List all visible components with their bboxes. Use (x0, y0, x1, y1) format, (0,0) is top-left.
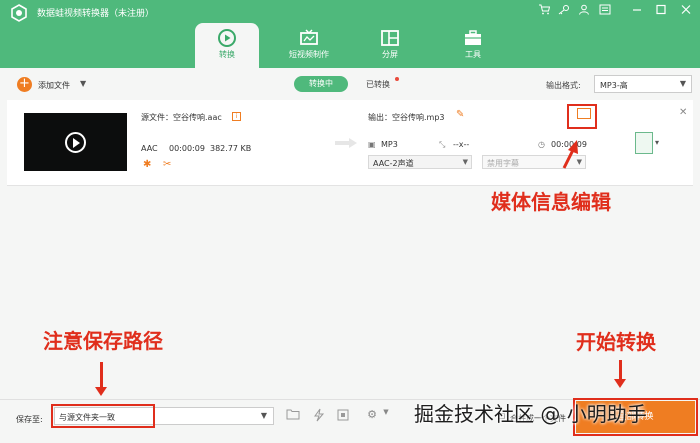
tv-icon (277, 27, 341, 49)
maximize-icon[interactable] (654, 4, 668, 18)
lightning-off-icon[interactable] (311, 408, 327, 424)
tab-short-video-label: 短视频制作 (289, 50, 329, 59)
chevron-down-icon[interactable]: ▼ (80, 79, 86, 88)
watermark-author: @ 小明助手 (540, 402, 647, 426)
minimize-icon[interactable] (630, 4, 644, 18)
mp3-format-icon[interactable] (635, 132, 653, 154)
save-to-label: 保存至: (16, 415, 43, 424)
chevron-down-icon[interactable]: ▾ (655, 138, 659, 147)
app-logo-icon (11, 4, 27, 22)
close-icon[interactable] (679, 4, 693, 18)
media-edit-highlight (567, 104, 597, 129)
convert-icon (195, 27, 259, 49)
tab-converting[interactable]: 转换中 (294, 76, 348, 92)
gpu-off-icon[interactable] (335, 408, 351, 424)
scissors-icon[interactable]: ✂ (163, 159, 171, 170)
menu-icon[interactable] (598, 4, 612, 18)
chevron-down-icon: ▼ (679, 79, 686, 88)
subtitle-value: 禁用字幕 (487, 159, 519, 168)
notification-dot (395, 77, 399, 81)
watermark-text: 掘金技术社区 @ 小明助手 (414, 398, 647, 427)
tab-split-screen[interactable]: 分屏 (358, 23, 422, 68)
output-format-value: MP3-高 (600, 81, 628, 90)
file-icon: ▣ (368, 140, 376, 149)
output-format: MP3 (381, 140, 398, 149)
add-file-icon[interactable]: + (17, 77, 32, 92)
arrow-right-icon (335, 138, 357, 148)
source-file-label: 源文件：空谷传响.aac (141, 113, 222, 122)
source-duration: 00:00:09 (169, 144, 205, 153)
tab-short-video[interactable]: 短视频制作 (277, 23, 341, 68)
app-window: 数据蛙视频转换器（未注册） 转换 短视频制作 分屏 工具 + 添加文件 ▼ 转换… (0, 0, 700, 443)
tab-tools[interactable]: 工具 (441, 23, 505, 68)
audio-channel-select[interactable]: AAC-2声道 ▼ (368, 155, 472, 169)
output-format-label: 输出格式: (546, 81, 581, 90)
chevron-down-icon[interactable]: ▼ (378, 408, 394, 424)
magic-wand-icon[interactable]: ✱ (143, 159, 151, 170)
video-thumbnail[interactable] (24, 113, 127, 171)
output-format-select[interactable]: MP3-高 ▼ (594, 75, 692, 93)
source-format: AAC (141, 144, 158, 153)
toolbox-icon (441, 27, 505, 49)
audio-channel-value: AAC-2声道 (373, 159, 414, 168)
edit-pencil-icon[interactable]: ✎ (456, 109, 464, 120)
tab-convert[interactable]: 转换 (195, 23, 259, 68)
app-title: 数据蛙视频转换器（未注册） (37, 9, 155, 19)
annotation-start-convert: 开始转换 (576, 330, 656, 354)
output-file-label: 输出：空谷传响.mp3 (368, 113, 445, 122)
split-icon (358, 27, 422, 49)
tab-converted[interactable]: 已转换 (366, 79, 390, 90)
tab-split-screen-label: 分屏 (382, 50, 398, 59)
add-file-button[interactable]: 添加文件 (38, 80, 70, 91)
info-icon[interactable]: i (232, 112, 241, 121)
tab-tools-label: 工具 (465, 50, 481, 59)
output-resolution: --x-- (453, 140, 470, 149)
watermark-site: 掘金技术社区 (414, 402, 534, 426)
chevron-down-icon: ▼ (462, 158, 468, 166)
annotation-media-edit: 媒体信息编辑 (491, 190, 611, 214)
annotation-save-path: 注意保存路径 (43, 329, 163, 353)
annotation-arrow (95, 362, 107, 396)
clock-icon: ◷ (538, 140, 545, 149)
resolution-icon: ⤡ (439, 140, 446, 149)
chevron-down-icon: ▼ (260, 411, 267, 420)
tab-convert-label: 转换 (219, 50, 235, 59)
key-icon[interactable] (557, 4, 571, 18)
close-icon[interactable]: ✕ (679, 107, 687, 118)
user-icon[interactable] (577, 4, 591, 18)
annotation-arrow (562, 140, 578, 169)
play-icon[interactable] (65, 132, 86, 153)
title-bar: 数据蛙视频转换器（未注册） 转换 短视频制作 分屏 工具 (0, 0, 700, 68)
save-path-highlight (51, 404, 155, 428)
cart-icon[interactable] (537, 4, 551, 18)
source-size: 382.77 KB (210, 144, 252, 153)
folder-icon[interactable] (285, 408, 301, 424)
annotation-arrow (614, 360, 626, 388)
